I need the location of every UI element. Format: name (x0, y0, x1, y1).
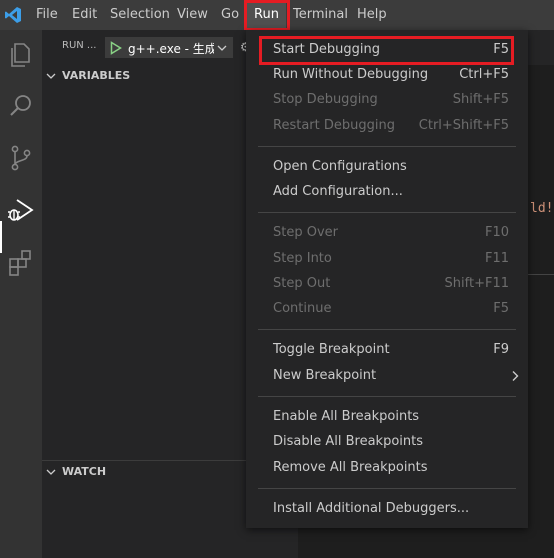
menu-item-run-without-debugging[interactable]: Run Without Debugging Ctrl+F5 (246, 63, 528, 87)
menu-item-continue: Continue F5 (246, 297, 528, 321)
menu-item-remove-all-breakpoints[interactable]: Remove All Breakpoints (246, 456, 528, 480)
menu-edit[interactable]: Edit (72, 0, 97, 30)
menu-separator (258, 488, 516, 489)
chevron-down-icon (46, 469, 56, 475)
extensions-icon[interactable] (5, 246, 37, 278)
menu-item-shortcut: Shift+F5 (452, 92, 509, 107)
explorer-icon[interactable] (5, 38, 37, 70)
title-bar: File Edit Selection View Go Run Terminal… (0, 0, 554, 30)
menu-item-step-into: Step Into F11 (246, 247, 528, 271)
menu-run[interactable]: Run (247, 0, 286, 30)
menu-item-open-configurations[interactable]: Open Configurations (246, 155, 528, 179)
menu-item-label: Step Over (273, 225, 338, 240)
source-control-icon[interactable] (5, 142, 37, 174)
start-debug-play-icon[interactable] (110, 41, 122, 55)
menu-item-label: Stop Debugging (273, 92, 378, 107)
activity-bar (0, 30, 42, 558)
variables-section-title: VARIABLES (62, 69, 131, 82)
menu-help[interactable]: Help (357, 0, 387, 30)
menu-terminal[interactable]: Terminal (293, 0, 348, 30)
run-menu-dropdown: Start Debugging F5 Run Without Debugging… (246, 30, 528, 528)
menu-separator (258, 146, 516, 147)
menu-item-step-over: Step Over F10 (246, 221, 528, 245)
menu-item-enable-all-breakpoints[interactable]: Enable All Breakpoints (246, 405, 528, 429)
menu-item-shortcut: F11 (484, 251, 509, 266)
run-debug-icon[interactable] (5, 194, 37, 226)
menu-item-label: New Breakpoint (273, 368, 377, 383)
chevron-down-icon (217, 45, 227, 51)
menu-item-label: Toggle Breakpoint (273, 342, 390, 357)
menu-view[interactable]: View (177, 0, 208, 30)
menu-item-label: Step Into (273, 251, 332, 266)
code-snippet-peek: ld! (530, 201, 554, 216)
menu-item-install-additional-debuggers[interactable]: Install Additional Debuggers... (246, 497, 528, 521)
search-icon[interactable] (5, 90, 37, 122)
menu-item-shortcut: F5 (493, 42, 509, 57)
chevron-right-icon (512, 371, 519, 381)
menu-item-label: Remove All Breakpoints (273, 460, 428, 475)
menu-go[interactable]: Go (221, 0, 239, 30)
menu-item-label: Step Out (273, 276, 331, 291)
menu-item-stop-debugging: Stop Debugging Shift+F5 (246, 88, 528, 112)
run-view-title: RUN ... (62, 40, 97, 51)
launch-config-value: g++.exe - 生成 (128, 42, 214, 56)
menu-item-label: Start Debugging (273, 42, 380, 57)
menu-item-start-debugging[interactable]: Start Debugging F5 (246, 38, 528, 62)
menu-separator (258, 329, 516, 330)
menu-item-label: Run Without Debugging (273, 67, 429, 82)
vscode-logo-icon (5, 7, 21, 23)
menu-item-add-configuration[interactable]: Add Configuration... (246, 180, 528, 204)
menu-separator (258, 396, 516, 397)
menu-item-label: Install Additional Debuggers... (273, 501, 470, 516)
menu-item-label: Open Configurations (273, 159, 407, 174)
menu-item-shortcut: Ctrl+F5 (459, 67, 509, 82)
menu-item-shortcut: Ctrl+Shift+F5 (418, 118, 509, 133)
menu-item-label: Restart Debugging (273, 118, 395, 133)
menu-item-shortcut: F10 (484, 225, 509, 240)
menu-selection[interactable]: Selection (110, 0, 170, 30)
menu-item-new-breakpoint[interactable]: New Breakpoint (246, 364, 528, 388)
chevron-down-icon (46, 73, 56, 79)
menu-item-toggle-breakpoint[interactable]: Toggle Breakpoint F9 (246, 338, 528, 362)
launch-config-select[interactable]: g++.exe - 生成 (105, 37, 233, 58)
menu-item-label: Disable All Breakpoints (273, 434, 424, 449)
menu-item-step-out: Step Out Shift+F11 (246, 272, 528, 296)
menu-item-shortcut: Shift+F11 (444, 276, 509, 291)
menu-separator (258, 212, 516, 213)
menu-item-label: Continue (273, 301, 332, 316)
active-indicator (0, 221, 2, 253)
menu-item-label: Enable All Breakpoints (273, 409, 420, 424)
menu-item-restart-debugging: Restart Debugging Ctrl+Shift+F5 (246, 114, 528, 138)
menu-item-shortcut: F5 (493, 301, 509, 316)
watch-section-title: WATCH (62, 465, 107, 478)
menu-file[interactable]: File (36, 0, 58, 30)
menu-item-label: Add Configuration... (273, 184, 403, 199)
menu-item-disable-all-breakpoints[interactable]: Disable All Breakpoints (246, 430, 528, 454)
sidebar-bottom (42, 528, 298, 558)
menu-item-shortcut: F9 (493, 342, 509, 357)
